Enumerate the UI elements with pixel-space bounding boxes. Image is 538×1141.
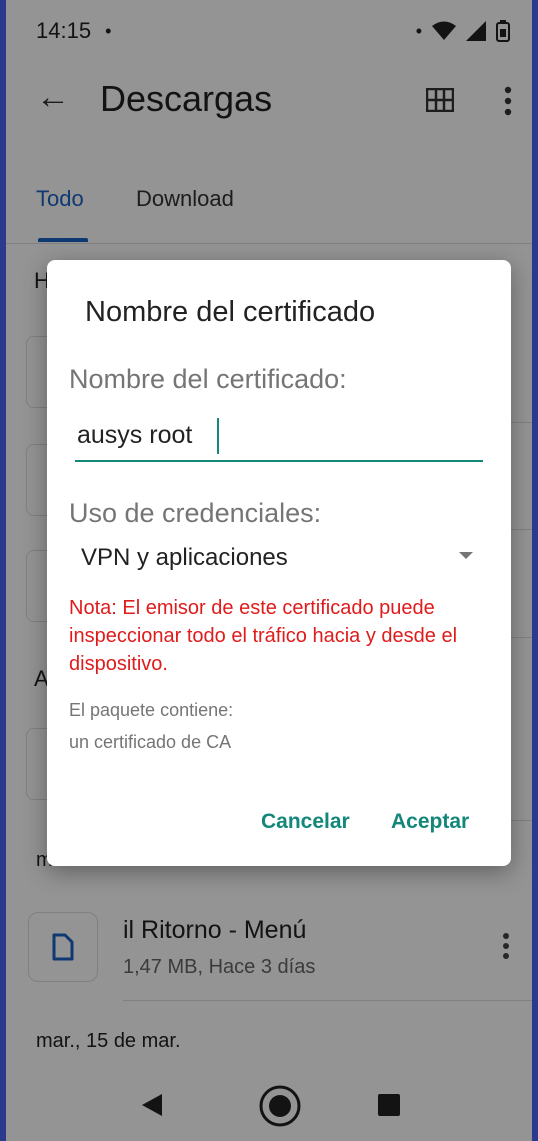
certificate-name-label: Nombre del certificado: <box>69 364 347 394</box>
credential-usage-dropdown[interactable]: VPN y aplicaciones <box>81 538 473 578</box>
warning-note: Nota: El emisor de este certificado pued… <box>69 597 458 675</box>
text-cursor <box>217 418 219 454</box>
cancel-button[interactable]: Cancelar <box>261 810 350 834</box>
dialog-title: Nombre del certificado <box>85 296 376 328</box>
accept-button[interactable]: Aceptar <box>391 810 469 834</box>
package-contents-label: El paquete contiene: <box>69 700 234 720</box>
certificate-name-input[interactable] <box>75 416 483 462</box>
credential-usage-value: VPN y aplicaciones <box>81 544 288 571</box>
dropdown-arrow-icon <box>459 552 473 559</box>
certificate-dialog: Nombre del certificado Nombre del certif… <box>47 260 511 866</box>
package-contents-value: un certificado de CA <box>69 732 232 752</box>
credential-usage-label: Uso de credenciales: <box>69 498 322 528</box>
screen: 14:15 • • ← Descargas Todo Download H A … <box>6 0 532 1141</box>
